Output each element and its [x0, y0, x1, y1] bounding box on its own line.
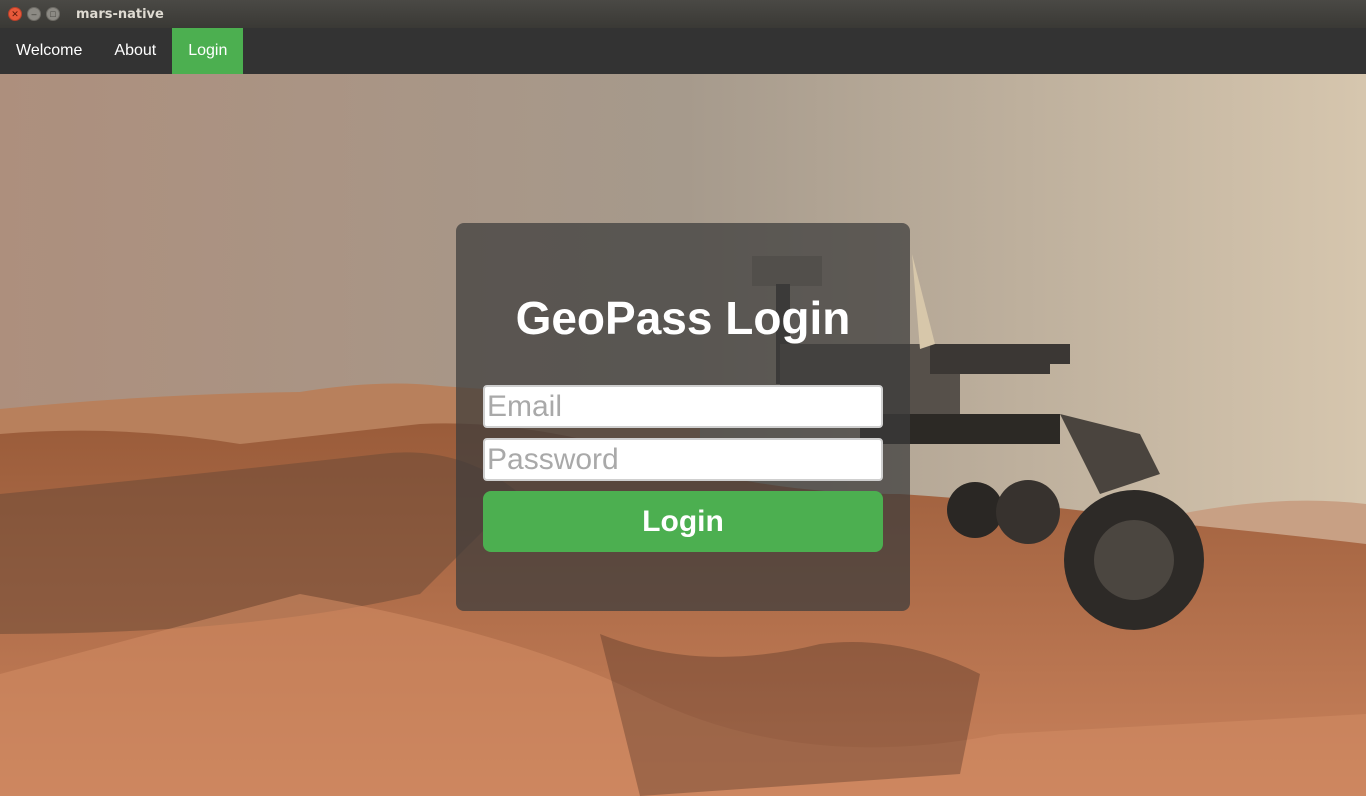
password-input[interactable] [483, 438, 883, 481]
nav-item-about[interactable]: About [98, 28, 172, 74]
app-window: ✕ – □ mars-native Welcome About Login Ge… [0, 0, 1366, 796]
minimize-window-icon[interactable]: – [27, 7, 41, 21]
maximize-window-icon[interactable]: □ [46, 7, 60, 21]
email-input[interactable] [483, 385, 883, 428]
nav-item-welcome[interactable]: Welcome [0, 28, 98, 74]
login-card: GeoPass Login Login [456, 223, 910, 611]
nav-item-login[interactable]: Login [172, 28, 244, 74]
nav-bar: Welcome About Login [0, 28, 1366, 74]
window-title: mars-native [76, 6, 164, 22]
close-window-icon[interactable]: ✕ [8, 7, 22, 21]
login-title: GeoPass Login [515, 292, 851, 344]
title-bar: ✕ – □ mars-native [0, 0, 1366, 28]
login-button[interactable]: Login [483, 491, 883, 552]
